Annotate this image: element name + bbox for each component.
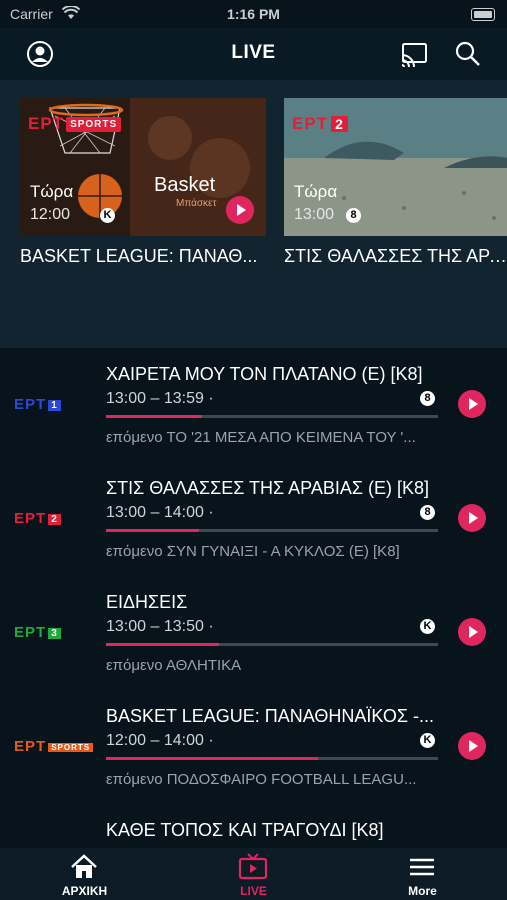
program-title: ΕΙΔΗΣΕΙΣ: [106, 592, 188, 612]
progress-bar: [106, 415, 438, 418]
tab-label: ΑΡΧΙΚΗ: [61, 884, 108, 898]
next-program: επόμενο ΤΟ '21 ΜΕΣΑ ΑΠΟ ΚΕΙΜΕΝΑ ΤΟΥ '...: [106, 429, 416, 446]
now-label: Τώρα: [294, 182, 338, 201]
program-title: BASKET LEAGUE: ΠΑΝΑΘΗΝΑΪΚΟΣ -...: [106, 706, 434, 726]
program-title: ΚΑΘΕ ΤΟΠΟΣ ΚΑΙ ΤΡΑΓΟΥΔΙ [Κ8]: [106, 820, 384, 840]
play-button[interactable]: [458, 618, 486, 646]
channel-logo: ΕΡΤ 2: [14, 510, 61, 527]
featured-card[interactable]: ΕΡΤ SPORTS Basket Μπάσκετ Τώρα 12:00 K BA…: [20, 98, 266, 266]
progress-bar: [106, 643, 438, 646]
thumbnail-subcaption: Μπάσκετ: [176, 198, 217, 209]
program-time: 12:00 – 14:00 ·: [106, 732, 214, 749]
channel-list[interactable]: ΕΡΤ 1 ΧΑΙΡΕΤΑ ΜΟΥ ΤΟΝ ΠΛΑΤΑΝΟ (Ε) [Κ8] 13…: [0, 348, 507, 848]
channel-logo: ΕΡΤ 1: [14, 396, 61, 413]
progress-bar: [106, 529, 438, 532]
featured-thumbnail[interactable]: ΕΡΤ 2 Τώρα 13:00 8: [284, 98, 507, 236]
channel-logo: ΕΡΤ SPORTS: [28, 114, 122, 134]
rating-badge: 8: [346, 208, 361, 223]
program-time: 13:00 – 13:59 ·: [106, 390, 214, 407]
page-title: LIVE: [231, 42, 276, 63]
live-tv-icon: [238, 853, 268, 880]
featured-card[interactable]: ΕΡΤ 2 Τώρα 13:00 8 ΣΤΙΣ ΘΑΛΑΣΣΕΣ ΤΗΣ ΑΡΑ.…: [284, 98, 507, 266]
tab-live[interactable]: LIVE: [169, 848, 338, 900]
channel-row[interactable]: ΕΡΤ 2 ΣΤΙΣ ΘΑΛΑΣΣΕΣ ΤΗΣ ΑΡΑΒΙΑΣ (Ε) [Κ8] …: [0, 462, 507, 576]
rating-badge: K: [420, 733, 435, 748]
top-navbar: LIVE: [0, 28, 507, 80]
home-icon: [71, 854, 97, 878]
channel-row[interactable]: ΕΡΤ SPORTS BASKET LEAGUE: ΠΑΝΑΘΗΝΑΪΚΟΣ -.…: [0, 690, 507, 804]
program-time: 13:00 – 14:00 ·: [106, 504, 214, 521]
channel-logo: ΕΡΤ SPORTS: [14, 738, 94, 755]
channel-row[interactable]: ΚΑΘΕ ΤΟΠΟΣ ΚΑΙ ΤΡΑΓΟΥΔΙ [Κ8]: [0, 804, 507, 848]
tab-label: LIVE: [240, 884, 267, 898]
search-icon[interactable]: [452, 38, 484, 70]
channel-logo: ΕΡΤ 2: [292, 114, 348, 134]
next-program: επόμενο ΣΥΝ ΓΥΝΑΙΞΙ - Α ΚΥΚΛΟΣ (Ε) [Κ8]: [106, 543, 400, 560]
channel-row[interactable]: ΕΡΤ 1 ΧΑΙΡΕΤΑ ΜΟΥ ΤΟΝ ΠΛΑΤΑΝΟ (Ε) [Κ8] 13…: [0, 348, 507, 462]
play-button[interactable]: [226, 196, 254, 224]
progress-bar: [106, 757, 438, 760]
featured-thumbnail[interactable]: ΕΡΤ SPORTS Basket Μπάσκετ Τώρα 12:00 K: [20, 98, 266, 236]
play-button[interactable]: [458, 390, 486, 418]
bottom-tab-bar: ΑΡΧΙΚΗ LIVE More: [0, 848, 507, 900]
program-title: ΣΤΙΣ ΘΑΛΑΣΣΕΣ ΤΗΣ ΑΡΑΒΙΑΣ (Ε) [Κ8]: [106, 478, 429, 498]
tab-home[interactable]: ΑΡΧΙΚΗ: [0, 848, 169, 900]
status-bar: Carrier 1:16 PM: [0, 0, 507, 28]
next-program: επόμενο ΑΘΛΗΤΙΚΑ: [106, 657, 242, 674]
battery-icon: [471, 8, 495, 21]
clock: 1:16 PM: [227, 6, 280, 22]
rating-badge: 8: [420, 391, 435, 406]
featured-title[interactable]: ΣΤΙΣ ΘΑΛΑΣΣΕΣ ΤΗΣ ΑΡΑ...: [284, 246, 507, 267]
rating-badge: K: [420, 619, 435, 634]
rating-badge: 8: [420, 505, 435, 520]
featured-carousel[interactable]: ΕΡΤ SPORTS Basket Μπάσκετ Τώρα 12:00 K BA…: [0, 80, 507, 348]
tab-more[interactable]: More: [338, 848, 507, 900]
now-label: Τώρα: [30, 182, 74, 201]
play-button[interactable]: [458, 732, 486, 760]
start-time: 13:00: [294, 206, 335, 223]
start-time: 12:00: [30, 206, 71, 223]
tab-label: More: [408, 884, 437, 898]
program-title: ΧΑΙΡΕΤΑ ΜΟΥ ΤΟΝ ΠΛΑΤΑΝΟ (Ε) [Κ8]: [106, 364, 423, 384]
channel-logo: ΕΡΤ 3: [14, 624, 61, 641]
next-program: επόμενο ΠΟΔΟΣΦΑΙΡΟ FOOTBALL LEAGU...: [106, 771, 417, 788]
thumbnail-caption: Basket: [154, 174, 216, 196]
menu-icon: [410, 858, 434, 876]
featured-title[interactable]: BASKET LEAGUE: ΠΑΝΑΘ...: [20, 246, 266, 267]
play-button[interactable]: [458, 504, 486, 532]
rating-badge: K: [100, 208, 115, 223]
channel-row[interactable]: ΕΡΤ 3 ΕΙΔΗΣΕΙΣ 13:00 – 13:50 · K επόμενο …: [0, 576, 507, 690]
cast-icon[interactable]: [398, 38, 430, 70]
program-time: 13:00 – 13:50 ·: [106, 618, 214, 635]
